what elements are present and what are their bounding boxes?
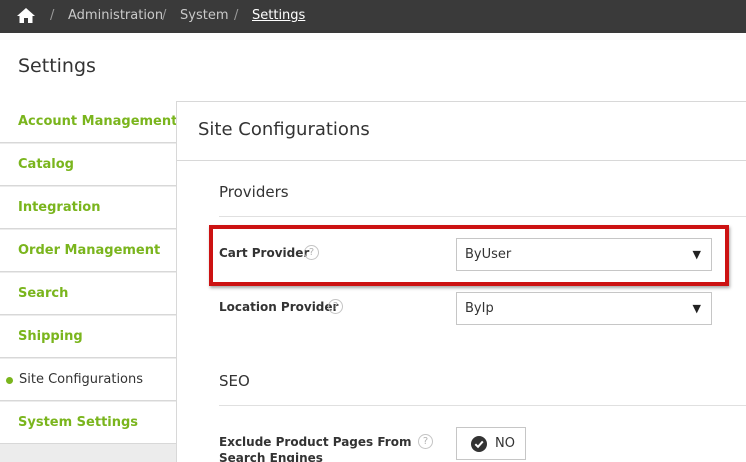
exclude-product-pages-label: Exclude Product Pages From bbox=[219, 435, 412, 449]
breadcrumb-separator: / bbox=[50, 8, 55, 23]
location-provider-value: ByIp bbox=[465, 301, 494, 316]
sidebar-item-account-management[interactable]: Account Management bbox=[0, 101, 178, 143]
home-icon[interactable] bbox=[16, 6, 36, 26]
divider bbox=[177, 160, 746, 161]
section-title: Site Configurations bbox=[198, 119, 370, 140]
sidebar-item-system-settings[interactable]: System Settings bbox=[0, 402, 176, 444]
sidebar-item-site-configurations[interactable]: Site Configurations bbox=[0, 359, 176, 401]
sidebar-item-label: Account Management bbox=[18, 114, 178, 129]
sidebar-item-catalog[interactable]: Catalog bbox=[0, 144, 176, 186]
breadcrumb-system[interactable]: System bbox=[180, 8, 228, 23]
location-provider-label: Location Provider bbox=[219, 300, 339, 314]
sidebar-item-label: Site Configurations bbox=[19, 372, 144, 387]
sidebar-item-search[interactable]: Search bbox=[0, 273, 176, 315]
active-indicator-icon bbox=[6, 377, 13, 384]
group-title-seo: SEO bbox=[219, 372, 250, 390]
sidebar-item-order-management[interactable]: Order Management bbox=[0, 230, 176, 272]
sidebar-item-shipping[interactable]: Shipping bbox=[0, 316, 176, 358]
breadcrumb-separator: / bbox=[162, 8, 167, 23]
exclude-product-pages-label-line2: Search Engines bbox=[219, 451, 323, 462]
group-title-providers: Providers bbox=[219, 183, 289, 201]
top-bar: / Administration / System / Settings bbox=[0, 0, 746, 33]
breadcrumb-settings[interactable]: Settings bbox=[252, 8, 305, 23]
help-icon[interactable]: ? bbox=[328, 299, 343, 314]
sidebar-item-label: Shipping bbox=[18, 329, 83, 344]
highlight-box bbox=[209, 225, 729, 286]
divider bbox=[219, 405, 746, 406]
help-icon[interactable]: ? bbox=[418, 434, 433, 449]
sidebar-item-label: Order Management bbox=[18, 243, 161, 258]
sidebar-item-label: Catalog bbox=[18, 157, 74, 172]
breadcrumb-separator: / bbox=[234, 8, 239, 23]
location-provider-select[interactable]: ByIp ▼ bbox=[456, 292, 712, 325]
sidebar-item-label: Integration bbox=[18, 200, 101, 215]
sidebar-divider bbox=[176, 101, 177, 462]
check-circle-icon bbox=[471, 436, 487, 452]
dropdown-arrow-icon: ▼ bbox=[692, 302, 701, 315]
toggle-state: NO bbox=[495, 436, 515, 451]
sidebar-item-label: System Settings bbox=[18, 415, 139, 430]
breadcrumb-administration[interactable]: Administration bbox=[68, 8, 163, 23]
sidebar-item-integration[interactable]: Integration bbox=[0, 187, 176, 229]
sidebar-item-label: Search bbox=[18, 286, 69, 301]
page-title: Settings bbox=[18, 55, 96, 77]
divider bbox=[219, 216, 746, 217]
exclude-product-pages-toggle[interactable]: NO bbox=[456, 427, 526, 460]
